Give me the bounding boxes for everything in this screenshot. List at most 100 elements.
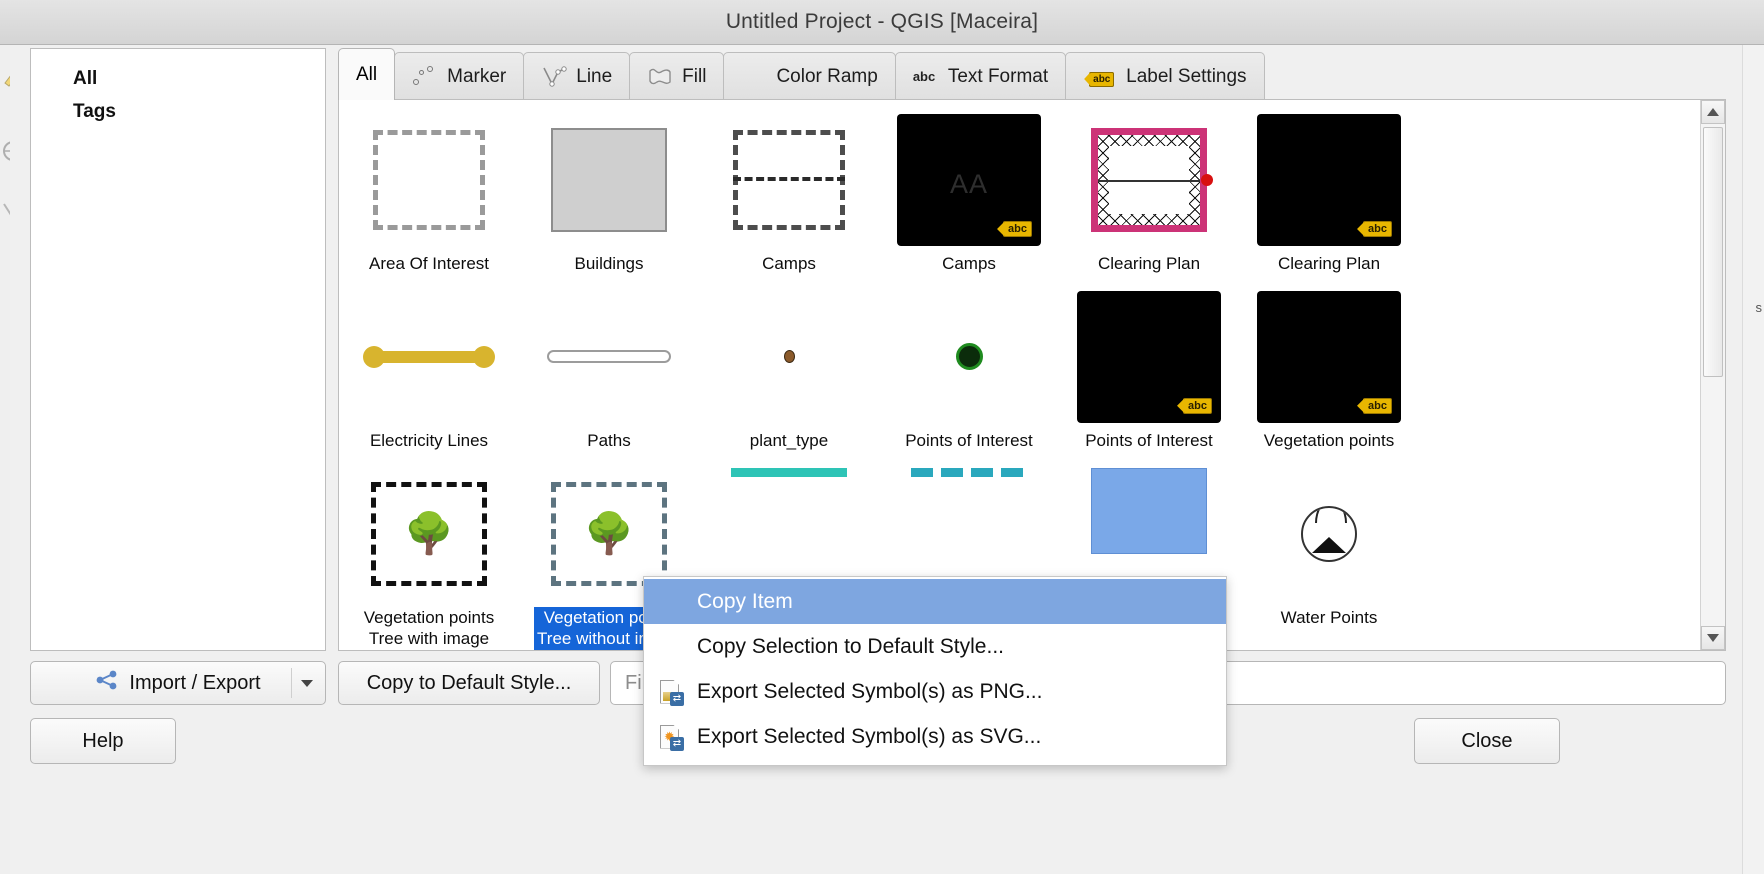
symbol-item[interactable]: AAabc Camps — [879, 106, 1059, 275]
tab-marker[interactable]: Marker — [394, 52, 524, 100]
symbol-preview — [537, 114, 681, 246]
tag-item-tags[interactable]: Tags — [31, 96, 325, 129]
symbol-item[interactable]: Area Of Interest — [339, 106, 519, 275]
context-menu[interactable]: Copy Item Copy Selection to Default Styl… — [643, 576, 1227, 766]
symbol-label: Vegetation points Tree with image — [364, 607, 494, 651]
menu-item-copy-item-label: Copy Item — [697, 590, 793, 614]
copy-to-default-style-button[interactable]: Copy to Default Style... — [338, 661, 600, 705]
abc-badge-icon: abc — [1363, 398, 1392, 414]
tab-fill-label: Fill — [682, 66, 706, 88]
menu-item-export-svg-label: Export Selected Symbol(s) as SVG... — [697, 725, 1041, 749]
symbol-item[interactable]: Water Points — [1239, 460, 1419, 651]
tab-color-ramp[interactable]: Color Ramp — [723, 52, 895, 100]
help-button[interactable]: Help — [30, 718, 176, 764]
symbol-preview — [1257, 468, 1401, 600]
tags-panel[interactable]: All Tags — [30, 48, 326, 651]
symbol-item[interactable]: Points of Interest — [879, 283, 1059, 452]
symbol-item[interactable]: abc Points of Interest — [1059, 283, 1239, 452]
symbol-label: Points of Interest — [1085, 430, 1213, 452]
symbol-row: Area Of Interest Buildings Camps AAabc — [339, 106, 1700, 275]
style-manager-dialog: All Tags All Marker — [10, 45, 1740, 874]
tag-item-all[interactable]: All — [31, 63, 325, 96]
symbol-preview: 🌳 — [357, 468, 501, 600]
chevron-down-icon[interactable] — [301, 680, 313, 687]
symbol-label: Points of Interest — [905, 430, 1033, 452]
symbol-item[interactable]: abc Clearing Plan — [1239, 106, 1419, 275]
tree-icon: 🌳 — [584, 514, 634, 554]
symbol-label: Paths — [587, 430, 630, 452]
symbol-label: Water Points — [1281, 607, 1378, 629]
symbol-label: Clearing Plan — [1278, 253, 1380, 275]
symbol-label: plant_type — [750, 430, 828, 452]
window-title: Untitled Project - QGIS [Maceira] — [726, 10, 1038, 34]
symbol-item[interactable]: Camps — [699, 106, 879, 275]
scroll-down-button[interactable] — [1701, 626, 1725, 650]
title-bar: Untitled Project - QGIS [Maceira] — [0, 0, 1764, 45]
symbol-item[interactable]: abc Vegetation points — [1239, 283, 1419, 452]
label-tag-icon: abc — [1083, 66, 1117, 88]
tab-all[interactable]: All — [338, 48, 395, 100]
tab-all-label: All — [356, 64, 377, 86]
export-svg-icon: ⇄ — [658, 723, 684, 751]
tab-line-label: Line — [576, 66, 612, 88]
symbol-item[interactable]: Buildings — [519, 106, 699, 275]
symbol-label: Electricity Lines — [370, 430, 488, 452]
symbol-item[interactable]: Electricity Lines — [339, 283, 519, 452]
symbol-preview — [357, 291, 501, 423]
symbol-grid-panel: Area Of Interest Buildings Camps AAabc — [338, 99, 1726, 651]
symbol-grid[interactable]: Area Of Interest Buildings Camps AAabc — [339, 100, 1700, 650]
symbol-row: Electricity Lines Paths plant_type Point… — [339, 283, 1700, 452]
menu-item-copy-selection-label: Copy Selection to Default Style... — [697, 635, 1004, 659]
symbol-item[interactable]: Clearing Plan — [1059, 106, 1239, 275]
symbol-grid-scrollbar[interactable] — [1700, 100, 1725, 650]
right-panel-label: s — [1756, 300, 1763, 315]
symbol-item[interactable]: plant_type — [699, 283, 879, 452]
tree-icon: 🌳 — [404, 514, 454, 554]
menu-item-copy-selection-to-default-style[interactable]: Copy Selection to Default Style... — [644, 624, 1226, 669]
tab-text-format[interactable]: abc Text Format — [895, 52, 1066, 100]
symbol-preview — [357, 114, 501, 246]
button-separator — [291, 668, 292, 698]
symbol-label: Clearing Plan — [1098, 253, 1200, 275]
tab-line[interactable]: Line — [523, 52, 630, 100]
water-point-icon — [1301, 506, 1357, 562]
symbol-label: Camps — [762, 253, 816, 275]
symbol-label: Camps — [942, 253, 996, 275]
symbol-item[interactable]: 🌳 Vegetation points Tree with image — [339, 460, 519, 651]
color-wheel-icon — [741, 66, 767, 88]
tab-marker-label: Marker — [447, 66, 506, 88]
line-icon — [541, 66, 567, 88]
marker-icon — [412, 66, 438, 88]
abc-badge-icon: abc — [1183, 398, 1212, 414]
abc-badge-icon: abc — [1363, 221, 1392, 237]
symbol-preview: AAabc — [897, 114, 1041, 246]
symbol-label: Vegetation points — [1264, 430, 1394, 452]
close-button[interactable]: Close — [1414, 718, 1560, 764]
symbol-preview — [537, 291, 681, 423]
export-png-icon: ⇄ — [658, 678, 684, 706]
symbol-item[interactable]: Paths — [519, 283, 699, 452]
tab-bar: All Marker — [338, 48, 1726, 100]
menu-item-copy-item[interactable]: Copy Item — [644, 579, 1226, 624]
scrollbar-thumb[interactable] — [1703, 127, 1723, 377]
help-label: Help — [82, 730, 123, 753]
symbol-preview — [717, 291, 861, 423]
tab-text-format-label: Text Format — [948, 66, 1048, 88]
close-label: Close — [1461, 730, 1512, 753]
qgis-window: Untitled Project - QGIS [Maceira] s All … — [0, 0, 1764, 874]
qgis-right-panel: s — [1742, 45, 1764, 874]
tab-fill[interactable]: Fill — [629, 52, 724, 100]
menu-item-export-svg[interactable]: ⇄ Export Selected Symbol(s) as SVG... — [644, 714, 1226, 759]
symbol-preview — [717, 114, 861, 246]
scroll-up-button[interactable] — [1701, 100, 1725, 124]
share-icon — [95, 670, 119, 696]
menu-item-export-png[interactable]: ⇄ Export Selected Symbol(s) as PNG... — [644, 669, 1226, 714]
fill-icon — [647, 66, 673, 88]
abc-icon: abc — [913, 66, 939, 88]
symbol-label: Area Of Interest — [369, 253, 489, 275]
menu-item-export-png-label: Export Selected Symbol(s) as PNG... — [697, 680, 1042, 704]
tab-label-settings[interactable]: abc Label Settings — [1065, 52, 1264, 100]
import-export-button[interactable]: Import / Export — [30, 661, 326, 705]
abc-badge-icon: abc — [1003, 221, 1032, 237]
symbol-preview: abc — [1257, 114, 1401, 246]
